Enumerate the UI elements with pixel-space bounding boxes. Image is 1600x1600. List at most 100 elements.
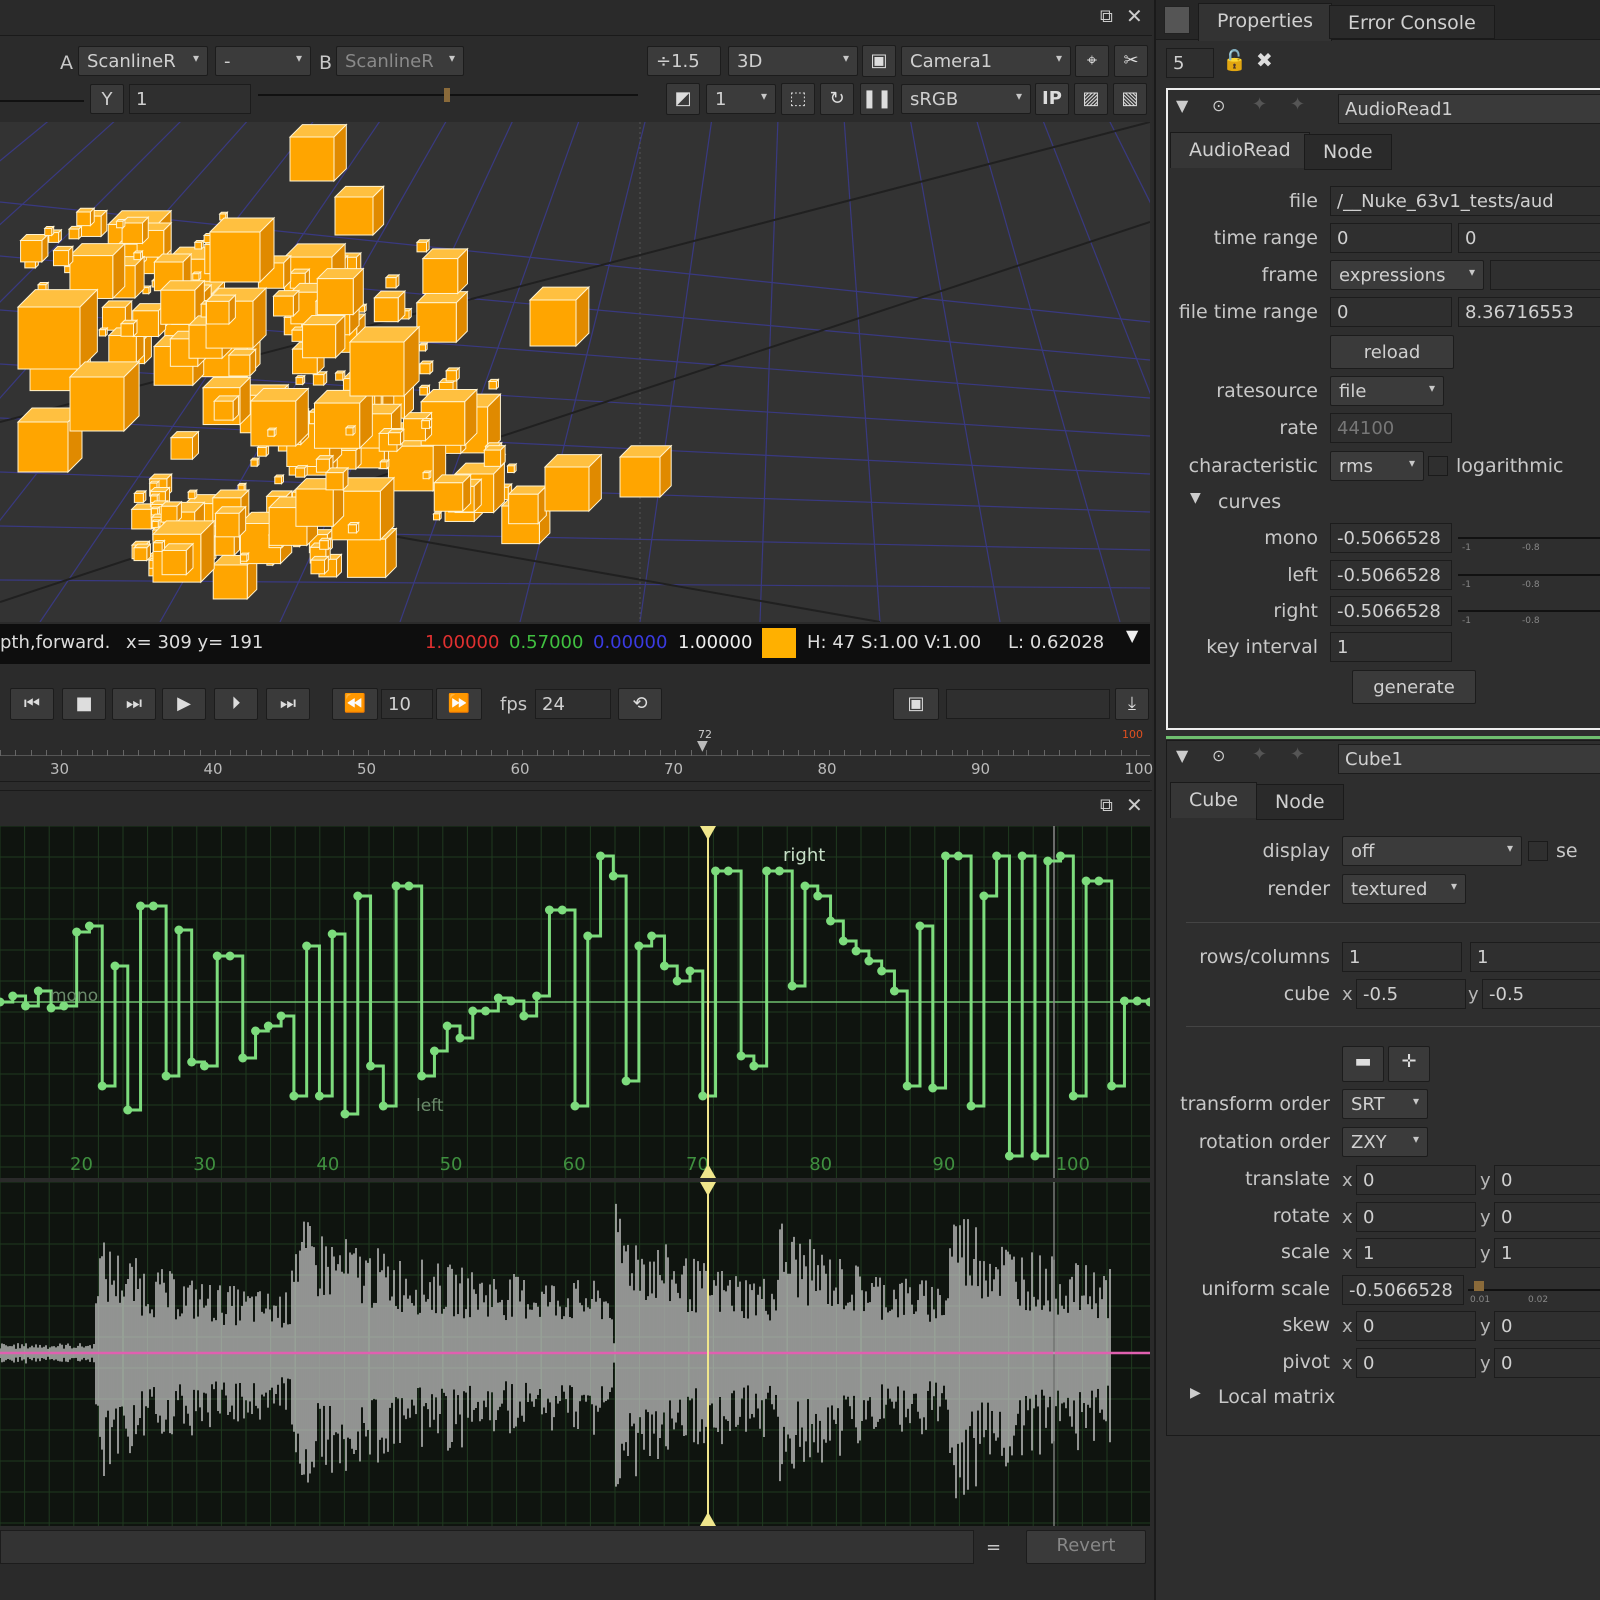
curve-keyframe[interactable] — [404, 881, 414, 891]
curve-keyframe[interactable] — [532, 991, 542, 1001]
curve-keyframe[interactable] — [506, 996, 516, 1006]
mono-field[interactable]: -0.5066528 — [1330, 523, 1452, 553]
close-icon[interactable]: ✕ — [1126, 793, 1143, 817]
curve-keyframe[interactable] — [1081, 876, 1091, 886]
curve-keyframe[interactable] — [1030, 1151, 1040, 1161]
curve-keyframe[interactable] — [212, 951, 222, 961]
gamma-slider[interactable] — [258, 86, 638, 116]
curve-keyframe[interactable] — [634, 941, 644, 951]
curve-keyframe[interactable] — [1107, 1081, 1117, 1091]
pivot-x-field[interactable]: 0 — [1356, 1348, 1476, 1378]
curve-keyframe[interactable] — [889, 986, 899, 996]
curve-keyframe[interactable] — [992, 851, 1002, 861]
curve-keyframe[interactable] — [199, 1061, 209, 1071]
expand-icon[interactable]: ▼ — [1126, 626, 1138, 645]
right-slider[interactable]: -1 -0.8 — [1458, 596, 1600, 626]
curve-keyframe[interactable] — [289, 1091, 299, 1101]
curve-keyframe[interactable] — [826, 916, 836, 926]
cube-name-field[interactable]: Cube1 — [1338, 744, 1600, 774]
pivot-y-field[interactable]: 0 — [1494, 1348, 1600, 1378]
channel-value-field[interactable]: 1 — [129, 84, 251, 114]
gain-dropdown[interactable]: ÷1.5 — [647, 46, 721, 76]
exposure-slider[interactable] — [0, 86, 84, 116]
curve-keyframe[interactable] — [251, 1026, 261, 1036]
curve-keyframe[interactable] — [941, 851, 951, 861]
loop-icon[interactable]: ⟲ — [618, 688, 662, 720]
mono-slider[interactable]: -1 -0.8 — [1458, 523, 1600, 553]
curve-keyframe[interactable] — [276, 1011, 286, 1021]
curve-keyframe[interactable] — [647, 931, 657, 941]
channel-button[interactable]: Y — [90, 84, 124, 114]
flipbook-icon[interactable]: ▣ — [893, 688, 939, 720]
columns-field[interactable]: 1 — [1470, 942, 1600, 972]
tab-cube[interactable]: Cube — [1170, 782, 1258, 818]
curve-keyframe[interactable] — [468, 1006, 478, 1016]
curve-keyframe[interactable] — [161, 1071, 171, 1081]
curve-keyframe[interactable] — [481, 1006, 491, 1016]
curve-keyframe[interactable] — [21, 1001, 31, 1011]
curve-keyframe[interactable] — [1132, 996, 1142, 1006]
close-icon[interactable]: ✕ — [1126, 4, 1143, 28]
time-range-start-field[interactable]: 0 — [1330, 223, 1452, 253]
flipbook-field[interactable] — [946, 689, 1110, 719]
uniform-scale-field[interactable]: -0.5066528 — [1342, 1275, 1464, 1305]
curve-keyframe[interactable] — [238, 1053, 248, 1063]
max-panels-field[interactable]: 5 — [1166, 48, 1214, 78]
clear-panels-icon[interactable]: ✖ — [1256, 48, 1273, 72]
curve-keyframe[interactable] — [391, 881, 401, 891]
curve-keyframe[interactable] — [8, 991, 18, 1001]
frame-expression-field[interactable] — [1490, 260, 1600, 290]
rotate-x-field[interactable]: 0 — [1356, 1202, 1476, 1232]
timeline-ruler[interactable]: 30 40 50 60 70 80 90 100 72 ▼ 100 — [0, 728, 1153, 782]
curve-keyframe[interactable] — [378, 1101, 388, 1111]
step-forward-icon[interactable]: ⏭ — [112, 688, 156, 720]
cube-y-field[interactable]: -0.5 — [1482, 979, 1600, 1009]
generate-button[interactable]: generate — [1352, 670, 1476, 704]
proxy-dropdown[interactable]: 1 ▾ — [706, 84, 776, 114]
tab-properties[interactable]: Properties — [1198, 3, 1333, 41]
curve-keyframe[interactable] — [672, 976, 682, 986]
window-float-icon[interactable]: ⧉ — [1100, 6, 1113, 27]
curve-keyframe[interactable] — [353, 891, 363, 901]
curve-keyframe[interactable] — [225, 951, 235, 961]
curve-keyframe[interactable] — [302, 941, 312, 951]
panel-menu-icon[interactable] — [1164, 6, 1190, 34]
interactive-mode-icon[interactable]: ✂ — [1114, 45, 1148, 77]
operation-dropdown[interactable]: - ▾ — [215, 46, 311, 76]
curve-keyframe[interactable] — [659, 961, 669, 971]
curve-keyframe[interactable] — [442, 1021, 452, 1031]
local-matrix-expand-icon[interactable]: ▶ — [1190, 1385, 1201, 1401]
curve-keyframe[interactable] — [1056, 851, 1066, 861]
curve-keyframe[interactable] — [455, 1033, 465, 1043]
close-panel-icon[interactable]: ✦ — [1290, 744, 1305, 765]
rotate-y-field[interactable]: 0 — [1494, 1202, 1600, 1232]
next-keyframe-icon[interactable]: ⏵ — [214, 688, 258, 720]
camera-icon[interactable]: ▣ — [862, 45, 896, 77]
playhead-marker[interactable]: ▼ — [697, 738, 708, 754]
folder-icon[interactable]: ▬ — [1342, 1046, 1384, 1082]
bookend-icon[interactable]: ⤓ — [1115, 688, 1149, 720]
center-node-icon[interactable]: ⊙ — [1212, 746, 1225, 765]
curve-keyframe[interactable] — [493, 993, 503, 1003]
scale-x-field[interactable]: 1 — [1356, 1238, 1476, 1268]
curve-keyframe[interactable] — [877, 966, 887, 976]
skew-x-field[interactable]: 0 — [1356, 1311, 1476, 1341]
clip-warning-icon[interactable]: ▨ — [1074, 83, 1108, 115]
curve-keyframe[interactable] — [902, 1081, 912, 1091]
colorspace-dropdown[interactable]: sRGB ▾ — [901, 84, 1031, 114]
curve-keyframe[interactable] — [1119, 996, 1129, 1006]
left-field[interactable]: -0.5066528 — [1330, 560, 1452, 590]
curve-keyframe[interactable] — [417, 1071, 427, 1081]
ratesource-dropdown[interactable]: file ▾ — [1330, 376, 1444, 406]
step-field[interactable]: 10 — [381, 689, 433, 719]
curve-keyframe[interactable] — [263, 1021, 273, 1031]
curve-keyframe[interactable] — [1017, 851, 1027, 861]
curve-keyframe[interactable] — [813, 891, 823, 901]
curve-keyframe[interactable] — [97, 1081, 107, 1091]
curve-keyframe[interactable] — [800, 881, 810, 891]
curve-keyframe[interactable] — [544, 905, 554, 915]
curve-keyframe[interactable] — [608, 871, 618, 881]
curve-keyframe[interactable] — [583, 931, 593, 941]
characteristic-dropdown[interactable]: rms ▾ — [1330, 451, 1424, 481]
curve-keyframe[interactable] — [187, 1057, 197, 1067]
